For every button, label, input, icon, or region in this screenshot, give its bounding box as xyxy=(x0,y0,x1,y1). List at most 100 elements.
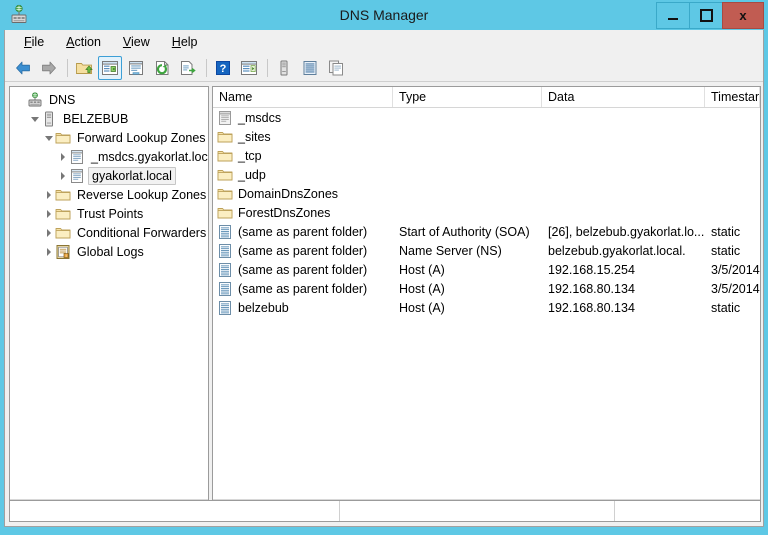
status-bar xyxy=(9,500,761,522)
table-row[interactable]: _udp xyxy=(213,165,760,184)
table-row[interactable]: belzebub Host (A) 192.168.80.134 static xyxy=(213,298,760,317)
menu-help-rest: elp xyxy=(180,35,198,49)
column-header-name[interactable]: Name xyxy=(213,87,393,107)
refresh-icon xyxy=(156,60,169,75)
tree-node-label: _msdcs.gyakorlat.loc xyxy=(91,149,208,164)
cell-name: (same as parent folder) xyxy=(213,243,393,259)
folder-up-icon xyxy=(76,62,93,74)
chevron-down-icon[interactable] xyxy=(28,109,41,128)
column-header-timestam[interactable]: Timestam xyxy=(705,87,760,107)
title-bar: DNS Manager x xyxy=(0,0,768,30)
tree-node-gyakorlat-local[interactable]: gyakorlat.local xyxy=(10,166,208,185)
folder-icon xyxy=(217,186,233,202)
server-icon xyxy=(41,111,57,127)
menu-file[interactable]: File xyxy=(13,32,55,52)
menu-file-rest: ile xyxy=(31,35,45,49)
record-name-label: (same as parent folder) xyxy=(238,281,368,296)
record-name-label: ForestDnsZones xyxy=(238,205,331,220)
records-list-pane: Name Type Data Timestam _msdcs _sites _tcp _ud… xyxy=(212,86,761,518)
tree-node-global-logs[interactable]: i Global Logs xyxy=(10,242,208,261)
show-hide-action-pane-button[interactable] xyxy=(237,56,261,80)
record-icon xyxy=(219,300,231,315)
record-name-label: DomainDnsZones xyxy=(238,186,339,201)
column-header-label: Data xyxy=(548,90,575,104)
forward-button[interactable] xyxy=(37,56,61,80)
tree-expander-placeholder xyxy=(14,90,27,109)
record-name-label: belzebub xyxy=(238,300,289,315)
tree-node-trust-points[interactable]: Trust Points xyxy=(10,204,208,223)
cell-timestamp-label: static xyxy=(711,300,741,315)
column-header-data[interactable]: Data xyxy=(542,87,705,107)
right-arrow-icon xyxy=(42,61,56,74)
minimize-button[interactable] xyxy=(656,2,690,29)
folder-icon xyxy=(55,189,71,200)
table-row[interactable]: ForestDnsZones xyxy=(213,203,760,222)
console-tree-icon xyxy=(102,60,118,75)
minimize-icon xyxy=(668,17,678,20)
tree-node-reverse-lookup-zones[interactable]: Reverse Lookup Zones xyxy=(10,185,208,204)
menu-action[interactable]: Action xyxy=(55,32,112,52)
global-logs-icon: i xyxy=(55,244,71,260)
new-zone-button[interactable] xyxy=(298,56,322,80)
cell-type: Start of Authority (SOA) xyxy=(393,225,542,239)
cell-name: _tcp xyxy=(213,148,393,164)
table-row[interactable]: (same as parent folder) Host (A) 192.168.8… xyxy=(213,279,760,298)
close-button[interactable]: x xyxy=(722,2,764,29)
help-button[interactable]: ? xyxy=(211,56,235,80)
refresh-button[interactable] xyxy=(150,56,174,80)
tree-node-msdcs-gyakorlat-loc[interactable]: _msdcs.gyakorlat.loc xyxy=(10,147,208,166)
menu-help[interactable]: Help xyxy=(161,32,209,52)
maximize-icon xyxy=(699,9,713,22)
cell-name: _msdcs xyxy=(213,110,393,126)
cell-type: Host (A) xyxy=(393,263,542,277)
table-row[interactable]: (same as parent folder) Name Server (NS) b… xyxy=(213,241,760,260)
folder-icon xyxy=(217,205,233,221)
list-column-headers[interactable]: Name Type Data Timestam xyxy=(213,87,760,108)
chevron-down-icon[interactable] xyxy=(42,128,55,147)
cell-data: 192.168.15.254 xyxy=(542,263,705,277)
column-header-type[interactable]: Type xyxy=(393,87,542,107)
table-row[interactable]: (same as parent folder) Host (A) 192.168.1… xyxy=(213,260,760,279)
up-one-level-button[interactable] xyxy=(72,56,96,80)
dns-tree[interactable]: DNS BELZEBUB Forward Lookup Zones _msdcs.gy… xyxy=(10,87,208,500)
tree-node-dns[interactable]: DNS xyxy=(10,90,208,109)
cell-timestamp: static xyxy=(705,301,760,315)
tree-node-belzebub[interactable]: BELZEBUB xyxy=(10,109,208,128)
table-row[interactable]: (same as parent folder) Start of Authorit… xyxy=(213,222,760,241)
properties-button[interactable] xyxy=(124,56,148,80)
table-row[interactable]: DomainDnsZones xyxy=(213,184,760,203)
cell-type: Host (A) xyxy=(393,301,542,315)
folder-icon xyxy=(55,132,71,143)
record-icon xyxy=(217,243,233,259)
console-tree-pane: DNS BELZEBUB Forward Lookup Zones _msdcs.gy… xyxy=(9,86,209,518)
chevron-right-icon[interactable] xyxy=(42,204,55,223)
cell-timestamp-label: 3/5/2014 1 xyxy=(711,262,760,277)
chevron-right-icon[interactable] xyxy=(56,166,69,185)
folder-icon xyxy=(217,150,233,161)
export-list-icon xyxy=(181,60,196,75)
tree-node-conditional-forwarders[interactable]: Conditional Forwarders xyxy=(10,223,208,242)
table-row[interactable]: _tcp xyxy=(213,146,760,165)
chevron-right-icon[interactable] xyxy=(42,185,55,204)
cell-name: _sites xyxy=(213,129,393,145)
maximize-button[interactable] xyxy=(689,2,723,29)
back-button[interactable] xyxy=(11,56,35,80)
menu-action-rest: ction xyxy=(74,35,101,49)
record-name-label: (same as parent folder) xyxy=(238,243,368,258)
new-server-button[interactable] xyxy=(272,56,296,80)
cell-timestamp-label: static xyxy=(711,224,741,239)
chevron-right-icon[interactable] xyxy=(42,223,55,242)
menu-view[interactable]: View xyxy=(112,32,161,52)
chevron-right-icon[interactable] xyxy=(56,147,69,166)
table-row[interactable]: _msdcs xyxy=(213,108,760,127)
export-list-button[interactable] xyxy=(176,56,200,80)
show-hide-console-tree-button[interactable] xyxy=(98,55,122,80)
server-icon xyxy=(45,111,53,126)
record-name-label: _udp xyxy=(238,167,266,182)
tree-node-forward-lookup-zones[interactable]: Forward Lookup Zones xyxy=(10,128,208,147)
new-record-button[interactable] xyxy=(324,56,348,80)
records-list[interactable]: _msdcs _sites _tcp _udp DomainDnsZones Forest… xyxy=(213,108,760,496)
chevron-right-icon[interactable] xyxy=(42,242,55,261)
folder-icon xyxy=(217,129,233,145)
table-row[interactable]: _sites xyxy=(213,127,760,146)
